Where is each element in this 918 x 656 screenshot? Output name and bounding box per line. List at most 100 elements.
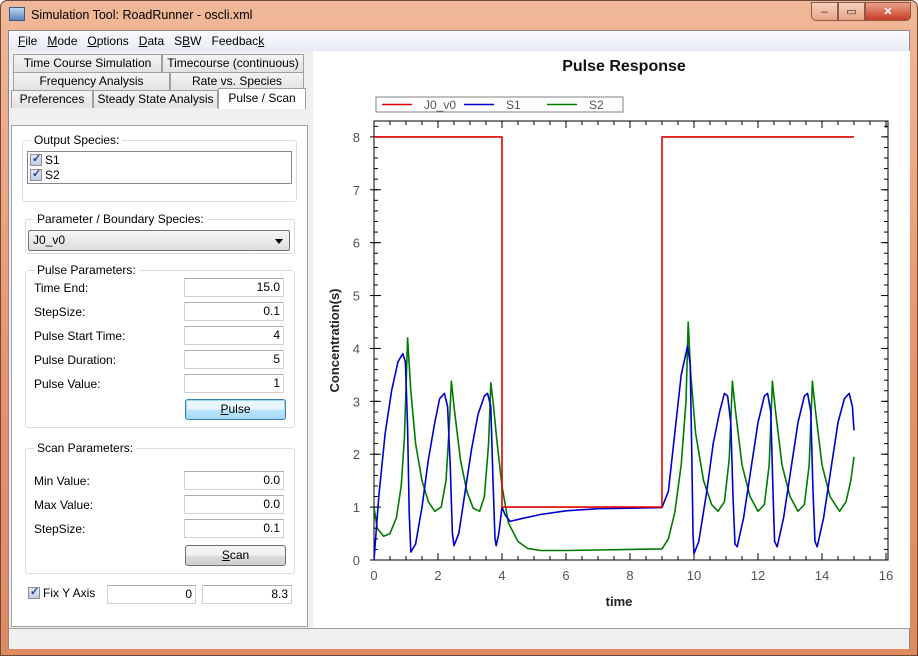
fix-y-axis-label: Fix Y Axis [43, 586, 96, 600]
time-end-label: Time End: [34, 281, 89, 295]
output-species-group: Output Species: S1 S2 [22, 133, 297, 202]
y-tick-label: 4 [353, 341, 360, 356]
app-window: Simulation Tool: RoadRunner - oscli.xml … [0, 0, 918, 656]
tab-frequency-analysis[interactable]: Frequency Analysis [13, 72, 170, 90]
y-tick-label: 1 [353, 500, 360, 515]
app-icon [9, 7, 25, 21]
menu-sbw[interactable]: SBW [169, 34, 206, 48]
pulse-accel: P [220, 402, 229, 416]
legend-label: S1 [506, 98, 521, 112]
s1-checkbox[interactable] [30, 152, 42, 166]
pulse-value-label: Pulse Value: [34, 377, 101, 391]
tab-preferences[interactable]: Preferences [11, 90, 93, 108]
legend-label: J0_v0 [424, 98, 456, 112]
menu-options[interactable]: Options [82, 34, 133, 48]
scan-parameters-label: Scan Parameters: [34, 441, 137, 455]
chart-panel: Pulse Response 0 2 4 6 8 10 12 14 16 0 1 2 3 4 5 6 7 8 time… [313, 51, 910, 628]
y-tick-label: 3 [353, 394, 360, 409]
y-tick-label: 6 [353, 236, 360, 251]
menu-data[interactable]: Data [134, 34, 169, 48]
fix-y-axis-option[interactable]: Fix Y Axis [28, 585, 96, 600]
menu-mode[interactable]: Mode [42, 34, 82, 48]
chevron-down-icon [275, 239, 283, 244]
client-area: File Mode Options Data SBW Feedback Time Cour… [8, 30, 910, 649]
x-tick-label: 0 [370, 568, 377, 583]
min-value-label: Min Value: [34, 474, 90, 488]
pulse-stepsize-input[interactable]: 0.1 [184, 302, 284, 321]
pulse-label: ulse [228, 402, 251, 416]
pulse-start-time-label: Pulse Start Time: [34, 329, 126, 343]
pulse-stepsize-label: StepSize: [34, 305, 86, 319]
pulse-value-input[interactable]: 1 [184, 374, 284, 393]
list-item[interactable]: S1 [28, 152, 291, 167]
menu-feedback[interactable]: Feedback [206, 34, 269, 48]
series-line-s1 [374, 345, 855, 560]
species-name: S2 [45, 167, 60, 182]
parameter-dropdown[interactable]: J0_v0 [28, 230, 290, 251]
series-line-s2 [374, 321, 855, 552]
window-title: Simulation Tool: RoadRunner - oscli.xml [31, 8, 253, 22]
pulse-scan-page: Output Species: S1 S2 Paramete [11, 125, 308, 627]
list-item[interactable]: S2 [28, 167, 291, 182]
minimize-button[interactable]: – [811, 2, 838, 21]
scan-stepsize-input[interactable]: 0.1 [184, 519, 284, 538]
scan-stepsize-label: StepSize: [34, 522, 86, 536]
menu-file[interactable]: File [13, 34, 42, 48]
s2-checkbox[interactable] [30, 167, 42, 181]
parameter-group: Parameter / Boundary Species: J0_v0 [25, 212, 295, 254]
y-tick-label: 7 [353, 183, 360, 198]
tab-time-course-simulation[interactable]: Time Course Simulation [13, 54, 162, 72]
scan-label: can [229, 548, 250, 562]
y-tick-label: 5 [353, 289, 360, 304]
y-axis-title: Concentration(s) [327, 289, 342, 393]
legend: J0_v0 S1 S2 [375, 96, 624, 113]
min-value-input[interactable]: 0.0 [184, 471, 284, 490]
y-axis-max-input[interactable]: 8.3 [202, 585, 292, 604]
x-tick-label: 8 [626, 568, 633, 583]
output-species-label: Output Species: [31, 133, 123, 147]
pulse-response-chart: Pulse Response0 2 4 6 8 10 12 14 16012345678time… [327, 58, 893, 609]
pulse-duration-label: Pulse Duration: [34, 353, 117, 367]
close-button[interactable]: ✕ [865, 2, 911, 21]
tab-steady-state-analysis[interactable]: Steady State Analysis [93, 90, 218, 108]
x-tick-label: 12 [751, 568, 765, 583]
title-bar[interactable]: Simulation Tool: RoadRunner - oscli.xml … [1, 1, 917, 31]
x-tick-label: 4 [498, 568, 505, 583]
tab-timecourse-continuous[interactable]: Timecourse (continuous) [162, 54, 304, 72]
y-tick-label: 0 [353, 553, 360, 568]
y-tick-label: 2 [353, 447, 360, 462]
left-panel: Time Course Simulation Timecourse (conti… [9, 51, 308, 628]
max-value-label: Max Value: [34, 498, 94, 512]
scan-accel: S [221, 548, 230, 562]
x-tick-label: 16 [879, 568, 893, 583]
y-tick-label: 8 [353, 130, 360, 145]
menu-bar: File Mode Options Data SBW Feedback [9, 31, 909, 51]
x-tick-label: 2 [434, 568, 441, 583]
parameter-selected-value: J0_v0 [33, 233, 66, 247]
pulse-button[interactable]: Pulse [185, 399, 286, 420]
max-value-input[interactable]: 0.0 [184, 495, 284, 514]
pulse-parameters-group: Pulse Parameters: Time End: 15.0 StepSiz… [25, 263, 295, 428]
output-species-list[interactable]: S1 S2 [27, 151, 292, 184]
pulse-duration-input[interactable]: 5 [184, 350, 284, 369]
parameter-label: Parameter / Boundary Species: [34, 212, 207, 226]
x-tick-label: 10 [687, 568, 701, 583]
fix-y-axis-checkbox[interactable] [28, 585, 40, 599]
y-axis-min-input[interactable]: 0 [107, 585, 196, 604]
series-line-j0-v0 [374, 136, 854, 508]
scan-button[interactable]: Scan [185, 545, 286, 566]
x-axis-title: time [606, 594, 633, 609]
pulse-parameters-label: Pulse Parameters: [34, 263, 139, 277]
maximize-button[interactable]: ▭ [838, 2, 865, 21]
legend-label: S2 [589, 98, 604, 112]
time-end-input[interactable]: 15.0 [184, 278, 284, 297]
species-name: S1 [45, 152, 60, 167]
tab-pulse-scan[interactable]: Pulse / Scan [218, 88, 306, 109]
scan-parameters-group: Scan Parameters: Min Value: 0.0 Max Valu… [25, 441, 295, 574]
chart-title: Pulse Response [562, 58, 686, 75]
x-tick-label: 6 [562, 568, 569, 583]
legend-box [375, 96, 624, 113]
status-bar [9, 628, 909, 649]
pulse-start-time-input[interactable]: 4 [184, 326, 284, 345]
x-tick-label: 14 [815, 568, 829, 583]
